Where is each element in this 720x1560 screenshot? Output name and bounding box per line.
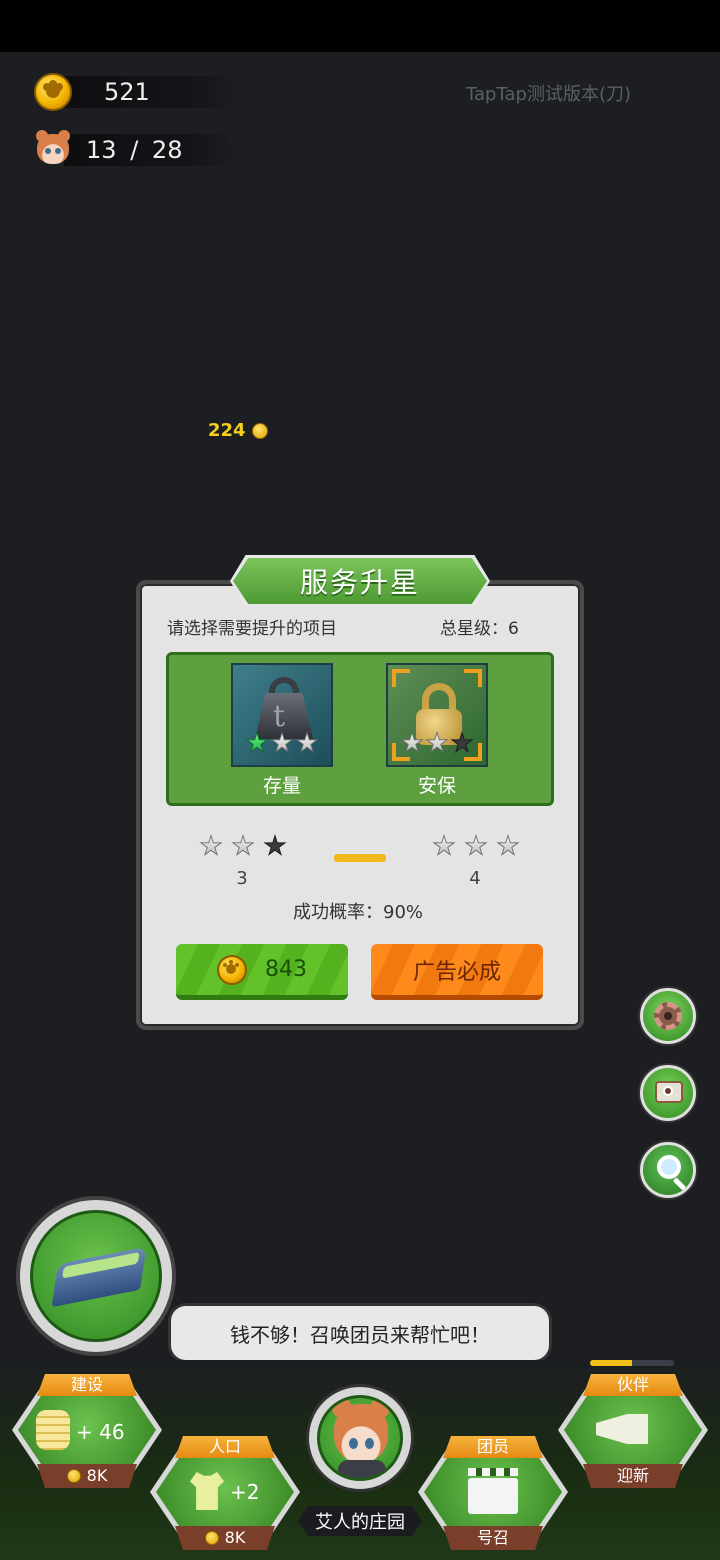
dialog-title: 服务升星 [299, 566, 420, 599]
coin-counter: 521 [34, 70, 244, 114]
item-security[interactable]: 安保 [386, 663, 488, 798]
ad-upgrade-label: 广告必成 [412, 959, 501, 985]
item-label: 安保 [417, 775, 456, 797]
population-cost: 8K [175, 1526, 275, 1550]
coin-icon [66, 1469, 81, 1483]
star-icon [245, 731, 269, 753]
star-icon [400, 731, 424, 753]
gear-icon [654, 1002, 682, 1030]
population-separator: / [130, 136, 139, 164]
item-stars [245, 731, 319, 755]
star-icon [432, 834, 456, 856]
arrow-indicator [334, 854, 386, 862]
current-level: 3 [236, 868, 248, 889]
current-stars [199, 834, 287, 858]
item-stars [400, 731, 474, 755]
camera-icon [655, 1081, 683, 1103]
members-tag: 团员 [443, 1436, 543, 1458]
partner-progress-fill [590, 1360, 632, 1366]
floating-reward: 224 [208, 420, 268, 441]
population-counter: 13 / 28 [34, 128, 244, 172]
manor-label[interactable]: 艾人的庄园 [298, 1506, 422, 1536]
floating-reward-amount: 224 [208, 420, 246, 441]
partner-foot-label: 迎新 [616, 1466, 649, 1485]
population-tag: 人口 [175, 1436, 275, 1458]
coin-icon [251, 422, 268, 439]
item-storage[interactable]: t 存量 [231, 663, 333, 798]
total-stars: 总星级：6 [440, 619, 519, 639]
build-value: + 46 [76, 1420, 125, 1444]
coin-upgrade-button[interactable]: 843 [176, 944, 348, 1000]
camera-button[interactable] [640, 1065, 696, 1121]
success-rate: 成功概率：90% [293, 902, 424, 923]
star-icon [464, 834, 488, 856]
dialog-prompt: 请选择需要提升的项目 [167, 619, 337, 639]
coin-icon [217, 954, 247, 985]
star-icon [263, 834, 287, 856]
character-avatar [332, 1398, 390, 1462]
members-foot: 号召 [443, 1526, 543, 1550]
star-icon [199, 834, 223, 856]
population-value: +2 [230, 1480, 260, 1504]
version-label: TapTap测试版本(刀) [466, 84, 631, 105]
character-icon [34, 130, 72, 170]
item-tile[interactable]: t [231, 663, 333, 767]
partner-progress [590, 1360, 674, 1366]
next-stars [432, 834, 520, 858]
item-label: 存量 [262, 775, 301, 797]
clapperboard-icon [468, 1468, 518, 1514]
star-icon [425, 731, 449, 753]
partner-foot: 迎新 [583, 1464, 683, 1488]
star-icon [450, 731, 474, 753]
coin-icon [34, 73, 72, 111]
item-tile-selected[interactable] [386, 663, 488, 767]
coin-icon [204, 1531, 219, 1545]
manor-name: 艾人的庄园 [315, 1512, 405, 1533]
build-bridge-button[interactable] [16, 1196, 176, 1356]
population-current: 13 [86, 136, 117, 164]
population-max: 28 [151, 136, 183, 164]
search-button[interactable] [640, 1142, 696, 1198]
bridge-icon [51, 1246, 147, 1308]
dialog-title-banner: 服务升星 [233, 558, 487, 604]
coins-stack-icon [36, 1410, 70, 1450]
item-selector: t 存量 安保 [166, 652, 554, 806]
members-foot-label: 号召 [476, 1528, 509, 1547]
build-cost-value: 8K [86, 1466, 108, 1485]
partner-tag: 伙伴 [583, 1374, 683, 1396]
coin-amount: 521 [104, 78, 150, 106]
star-icon [231, 834, 255, 856]
population-cost-value: 8K [224, 1528, 246, 1547]
settings-button[interactable] [640, 988, 696, 1044]
star-icon [295, 731, 319, 753]
build-tag: 建设 [37, 1374, 137, 1396]
ad-upgrade-button[interactable]: 广告必成 [371, 944, 543, 1000]
manor-avatar-button[interactable] [306, 1384, 414, 1492]
speech-bubble: 钱不够！召唤团员来帮忙吧！ [168, 1303, 552, 1363]
star-icon [496, 834, 520, 856]
next-level: 4 [469, 868, 481, 889]
upgrade-cost: 843 [265, 957, 307, 982]
status-bar [0, 0, 720, 52]
speech-text: 钱不够！召唤团员来帮忙吧！ [230, 1322, 490, 1347]
search-icon [657, 1155, 681, 1179]
build-cost: 8K [37, 1464, 137, 1488]
star-icon [270, 731, 294, 753]
